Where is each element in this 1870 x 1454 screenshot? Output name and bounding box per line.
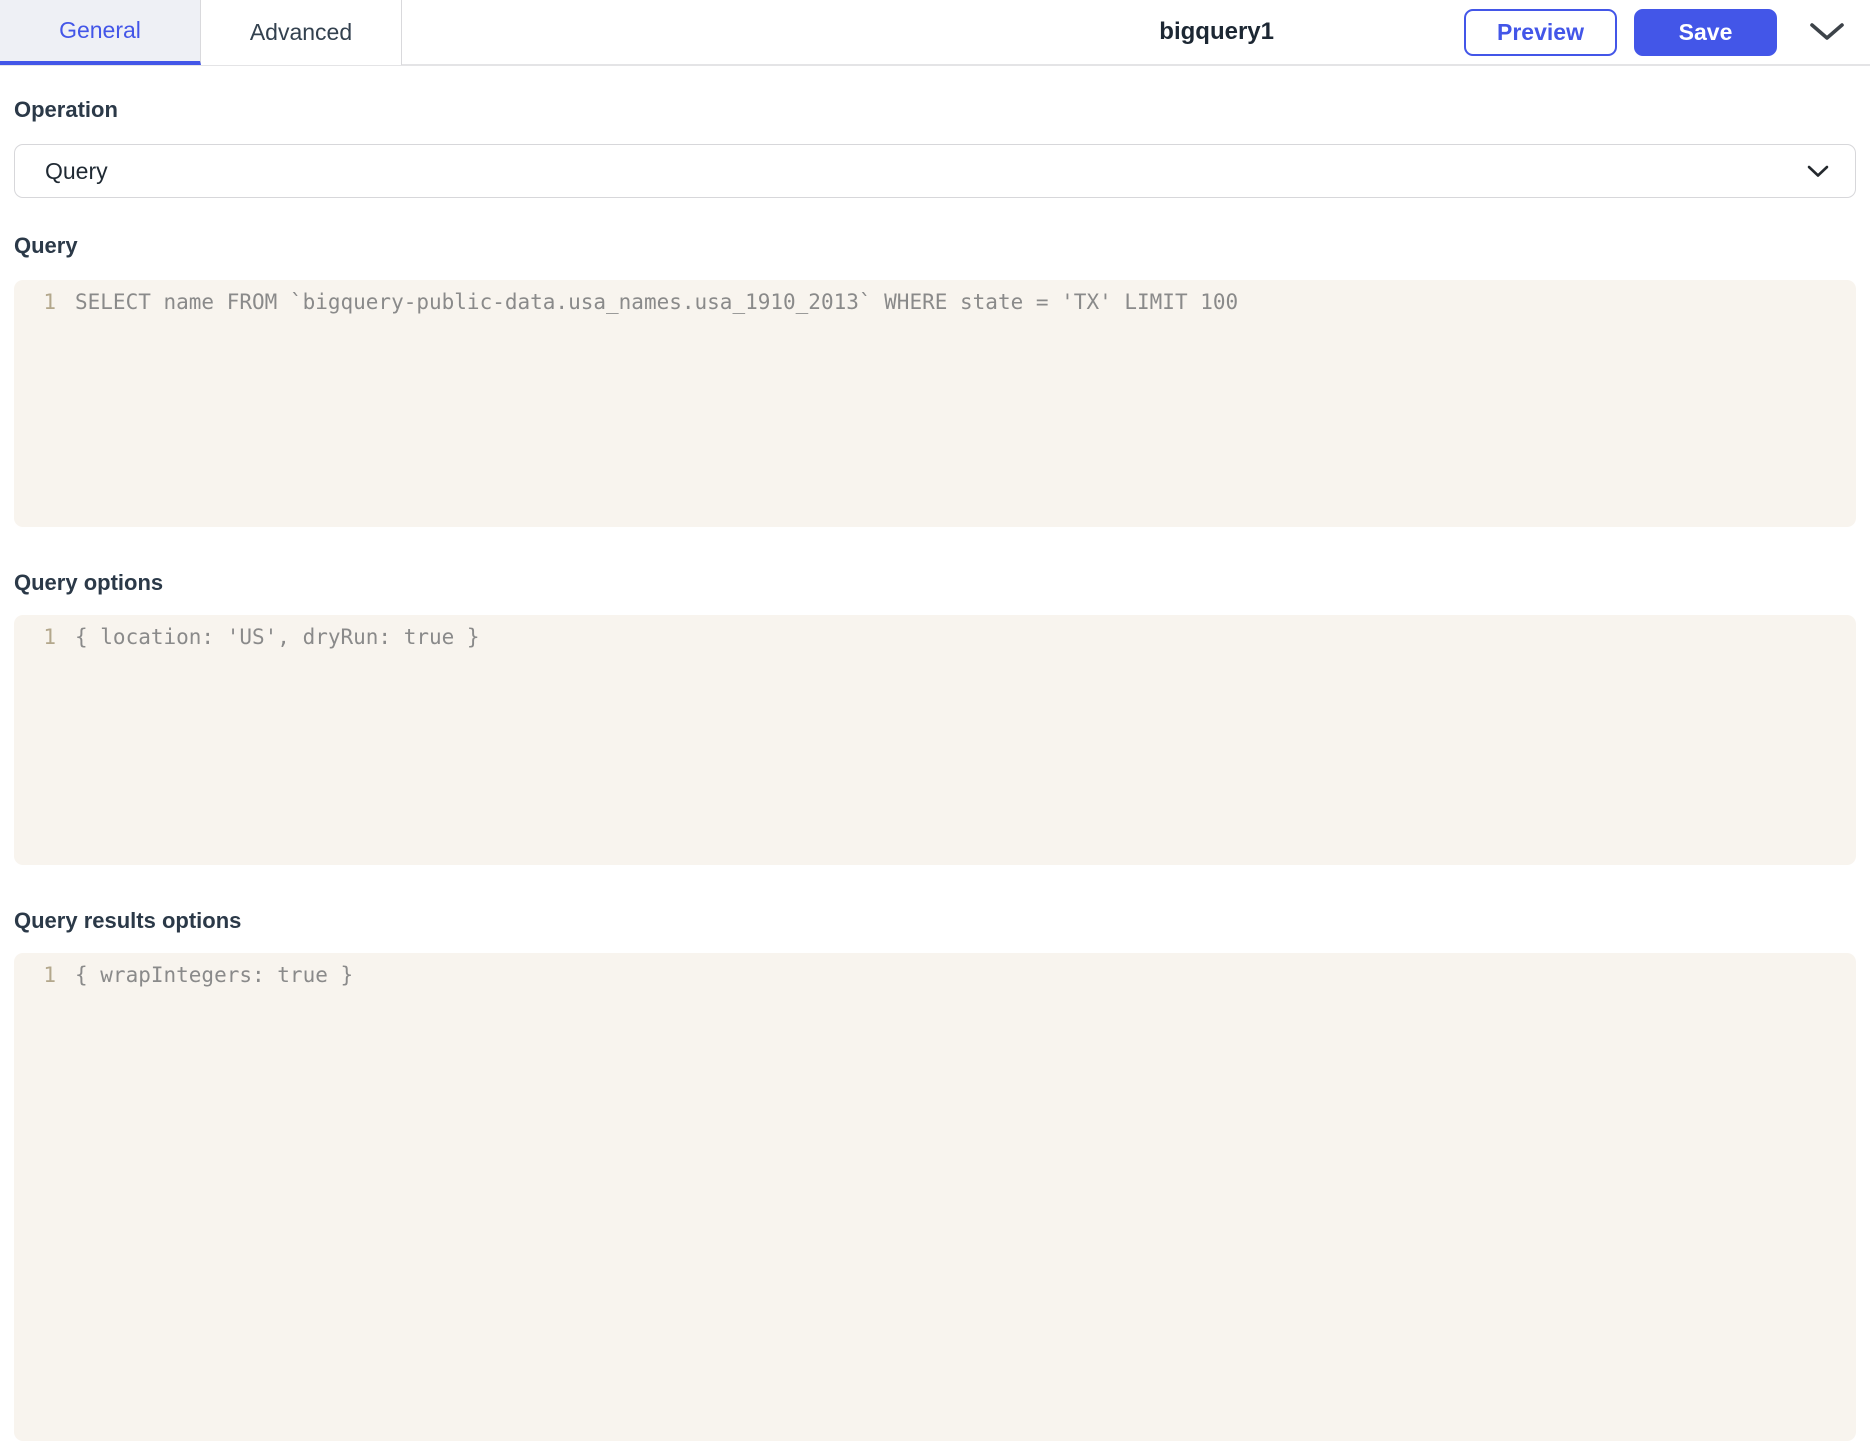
query-config-panel: Operation Query Query 1 SELECT name FROM…	[0, 96, 1870, 1441]
operation-select[interactable]: Query	[14, 144, 1856, 198]
tab-general[interactable]: General	[0, 0, 201, 65]
tab-advanced-label: Advanced	[249, 18, 353, 45]
operation-label: Operation	[14, 97, 118, 122]
query-options-label: Query options	[14, 570, 164, 595]
code-line: 1 { location: 'US', dryRun: true }	[14, 622, 1856, 653]
query-code-text: SELECT name FROM `bigquery-public-data.u…	[75, 290, 1239, 314]
line-number: 1	[43, 625, 56, 649]
code-line: 1 { wrapIntegers: true }	[14, 960, 1856, 991]
query-name-title: bigquery1	[1159, 18, 1274, 45]
header: General Advanced bigquery1 Preview Save	[0, 0, 1870, 66]
query-options-code-editor[interactable]: 1 { location: 'US', dryRun: true }	[14, 615, 1856, 865]
query-code-editor[interactable]: 1 SELECT name FROM `bigquery-public-data…	[14, 280, 1856, 527]
line-number: 1	[43, 290, 56, 314]
save-button[interactable]: Save	[1634, 8, 1777, 56]
code-line: 1 SELECT name FROM `bigquery-public-data…	[14, 287, 1856, 318]
query-label: Query	[14, 233, 78, 258]
query-results-options-label: Query results options	[14, 908, 242, 933]
tab-advanced[interactable]: Advanced	[201, 0, 402, 65]
query-options-code-text: { location: 'US', dryRun: true }	[75, 625, 480, 649]
preview-button[interactable]: Preview	[1464, 8, 1617, 56]
line-number: 1	[43, 963, 56, 987]
chevron-down-icon	[1807, 165, 1829, 178]
collapse-panel-chevron-down-icon[interactable]	[1804, 9, 1850, 55]
query-results-options-code-text: { wrapIntegers: true }	[75, 963, 354, 987]
operation-select-value: Query	[45, 157, 108, 184]
header-actions: Preview Save	[1464, 8, 1870, 56]
tab-bar: General Advanced	[0, 0, 402, 65]
tab-general-label: General	[59, 16, 141, 43]
query-results-options-code-editor[interactable]: 1 { wrapIntegers: true }	[14, 953, 1856, 1441]
